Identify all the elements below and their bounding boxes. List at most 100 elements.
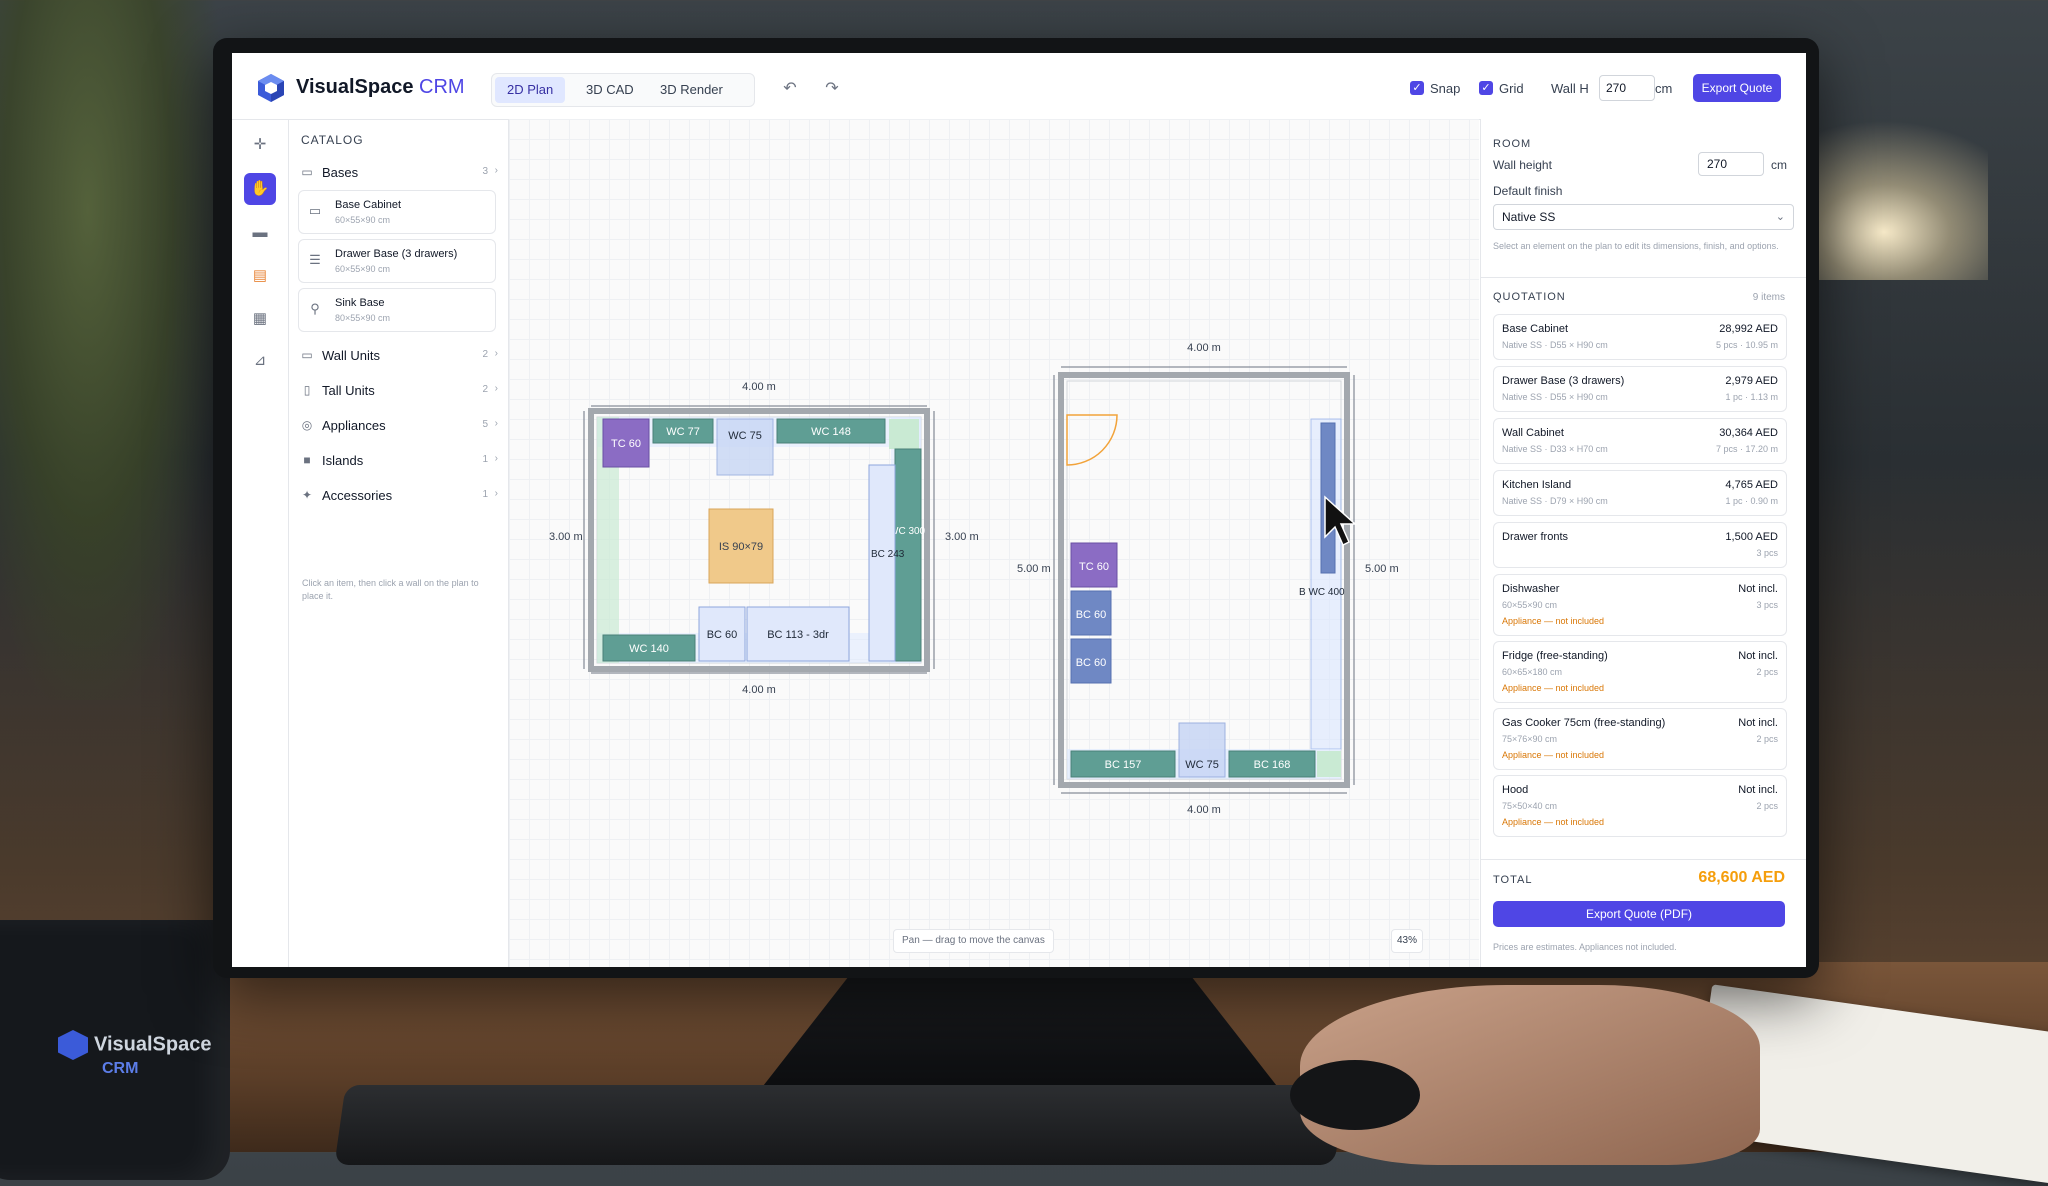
dimension-label: 4.00 m [1187, 342, 1221, 354]
fine-print: Prices are estimates. Appliances not inc… [1493, 942, 1677, 952]
plan-canvas[interactable]: 4.00 m 4.00 m 3.00 m 3.00 m TC 60 WC 77 … [509, 119, 1479, 967]
plan-b: 4.00 m 4.00 m 5.00 m 5.00 m B WC 400 TC … [1017, 342, 1399, 816]
quote-item-qty: 2 pcs [1756, 667, 1778, 677]
category-tall-units[interactable]: ▯ Tall Units 2 › [296, 378, 500, 404]
category-count: 1 [482, 489, 488, 500]
category-label: Tall Units [322, 383, 375, 398]
quote-item[interactable]: Drawer Base (3 drawers) 2,979 AED Native… [1493, 366, 1787, 412]
quote-item[interactable]: Hood Not incl. 75×50×40 cm 2 pcs Applian… [1493, 775, 1787, 837]
quote-item-name: Drawer Base (3 drawers) [1502, 375, 1625, 387]
export-quote-pdf-button[interactable]: Export Quote (PDF) [1493, 901, 1785, 927]
quote-item[interactable]: Dishwasher Not incl. 60×55×90 cm 3 pcs A… [1493, 574, 1787, 636]
quote-item-price: Not incl. [1738, 650, 1778, 662]
floor-plan-drawing: 4.00 m 4.00 m 3.00 m 3.00 m TC 60 WC 77 … [549, 342, 1399, 816]
pan-hand-icon[interactable]: ✋ [244, 173, 276, 205]
unit-label: TC 60 [611, 438, 641, 450]
pan-hint: Pan — drag to move the canvas [893, 929, 1054, 953]
quote-item-name: Gas Cooker 75cm (free-standing) [1502, 717, 1666, 729]
quote-item[interactable]: Gas Cooker 75cm (free-standing) Not incl… [1493, 708, 1787, 770]
grid-checkbox[interactable]: ✓ [1479, 81, 1493, 95]
dimension-label: 4.00 m [1187, 804, 1221, 816]
room-help-text: Select an element on the plan to edit it… [1493, 241, 1779, 251]
quote-item[interactable]: Fridge (free-standing) Not incl. 60×65×1… [1493, 641, 1787, 703]
islands-icon: ■ [303, 453, 311, 467]
unit-label: BC 60 [1076, 657, 1107, 669]
unit-label: WC 140 [629, 643, 669, 655]
quote-item[interactable]: Kitchen Island 4,765 AED Native SS · D79… [1493, 470, 1787, 516]
category-count: 5 [482, 419, 488, 430]
door-tool-icon[interactable]: ▤ [244, 260, 276, 292]
dimension-label: 5.00 m [1017, 563, 1051, 575]
redo-icon[interactable]: ↷ [822, 79, 842, 99]
quote-item[interactable]: Wall Cabinet 30,364 AED Native SS · D33 … [1493, 418, 1787, 464]
appliances-icon: ◎ [301, 418, 313, 432]
top-bar: VisualSpace CRM 2D Plan 3D CAD 3D Render… [232, 53, 1806, 120]
dimension-label: 4.00 m [742, 381, 776, 393]
quote-item[interactable]: Drawer fronts 1,500 AED 3 pcs [1493, 522, 1787, 568]
quote-item-price: Not incl. [1738, 717, 1778, 729]
category-count: 1 [482, 454, 488, 465]
category-bases[interactable]: ▭ Bases 3 › [296, 160, 500, 186]
unit-label: BC 60 [1076, 609, 1107, 621]
quote-item[interactable]: Base Cabinet 28,992 AED Native SS · D55 … [1493, 314, 1787, 360]
wall-units-icon: ▭ [301, 348, 313, 362]
category-islands[interactable]: ■ Islands 1 › [296, 448, 500, 474]
category-count: 2 [482, 384, 488, 395]
measure-tool-icon[interactable]: ⊿ [244, 345, 276, 377]
export-quote-button[interactable]: Export Quote [1693, 74, 1781, 102]
quotation-count: 9 items [1752, 292, 1785, 303]
snap-label: Snap [1430, 81, 1461, 96]
category-appliances[interactable]: ◎ Appliances 5 › [296, 413, 500, 439]
quote-item-detail: 60×65×180 cm [1502, 667, 1563, 677]
tab-2d-plan[interactable]: 2D Plan [495, 77, 566, 103]
quote-item-detail: Native SS · D79 × H90 cm [1502, 496, 1608, 506]
default-finish-select[interactable]: Native SS ⌄ [1493, 204, 1794, 230]
quote-item-name: Dishwasher [1502, 583, 1560, 595]
category-wall-units[interactable]: ▭ Wall Units 2 › [296, 343, 500, 369]
quote-item-note: Appliance — not included [1502, 683, 1605, 693]
category-accessories[interactable]: ✦ Accessories 1 › [296, 483, 500, 509]
wall-tool-icon[interactable]: ▬ [244, 217, 276, 249]
catalog-item-drawer-base[interactable]: ☰ Drawer Base (3 drawers) 60×55×90 cm [298, 239, 496, 283]
quote-item-detail: Native SS · D55 × H90 cm [1502, 392, 1608, 402]
quote-item-name: Drawer fronts [1502, 531, 1569, 543]
category-label: Bases [322, 165, 359, 180]
zoom-level[interactable]: 43% [1391, 929, 1423, 953]
tab-3d-render[interactable]: 3D Render [648, 77, 735, 103]
quote-item-price: 1,500 AED [1725, 531, 1778, 543]
quote-item-qty: 2 pcs [1756, 734, 1778, 744]
chevron-down-icon: ⌄ [1775, 211, 1785, 223]
mug-logo: VisualSpace CRM [58, 1030, 211, 1078]
catalog-panel: CATALOG ▭ Bases 3 › ▭ Base Cabinet 60×55… [288, 119, 509, 967]
chevron-right-icon: › [494, 488, 498, 499]
chevron-right-icon: › [494, 418, 498, 429]
quote-item-name: Base Cabinet [1502, 323, 1569, 335]
dimension-label: 4.00 m [742, 684, 776, 696]
unit-label: WC 75 [728, 430, 762, 442]
catalog-hint: Click an item, then click a wall on the … [302, 578, 479, 601]
window-tool-icon[interactable]: ▦ [244, 303, 276, 335]
divider [1481, 277, 1806, 278]
room-wall-height-input[interactable]: 270 [1698, 152, 1764, 176]
unit-label: B WC 400 [1299, 587, 1345, 598]
wall-unit-wc75 [716, 418, 774, 476]
quote-item-detail: Native SS · D55 × H90 cm [1502, 340, 1608, 350]
catalog-item-sink-base[interactable]: ⚲ Sink Base 80×55×90 cm [298, 288, 496, 332]
wall-height-label: Wall height [1493, 158, 1552, 172]
quote-item-detail: 75×50×40 cm [1502, 801, 1558, 811]
item-dims: 80×55×90 cm [335, 313, 391, 323]
item-dims: 60×55×90 cm [335, 264, 391, 274]
catalog-item-base-cabinet[interactable]: ▭ Base Cabinet 60×55×90 cm [298, 190, 496, 234]
item-name: Sink Base [335, 297, 385, 309]
keyboard [334, 1085, 1346, 1165]
tab-3d-cad[interactable]: 3D CAD [574, 77, 646, 103]
wall-height-input[interactable]: 270 [1599, 75, 1655, 101]
undo-icon[interactable]: ↶ [780, 79, 800, 99]
select-tool-icon[interactable]: ✛ [244, 129, 276, 161]
total-value: 68,600 AED [1698, 869, 1785, 886]
quote-item-name: Wall Cabinet [1502, 427, 1564, 439]
category-count: 2 [482, 349, 488, 360]
snap-checkbox[interactable]: ✓ [1410, 81, 1424, 95]
unit-label: WC 75 [1185, 759, 1219, 771]
item-dims: 60×55×90 cm [335, 215, 391, 225]
